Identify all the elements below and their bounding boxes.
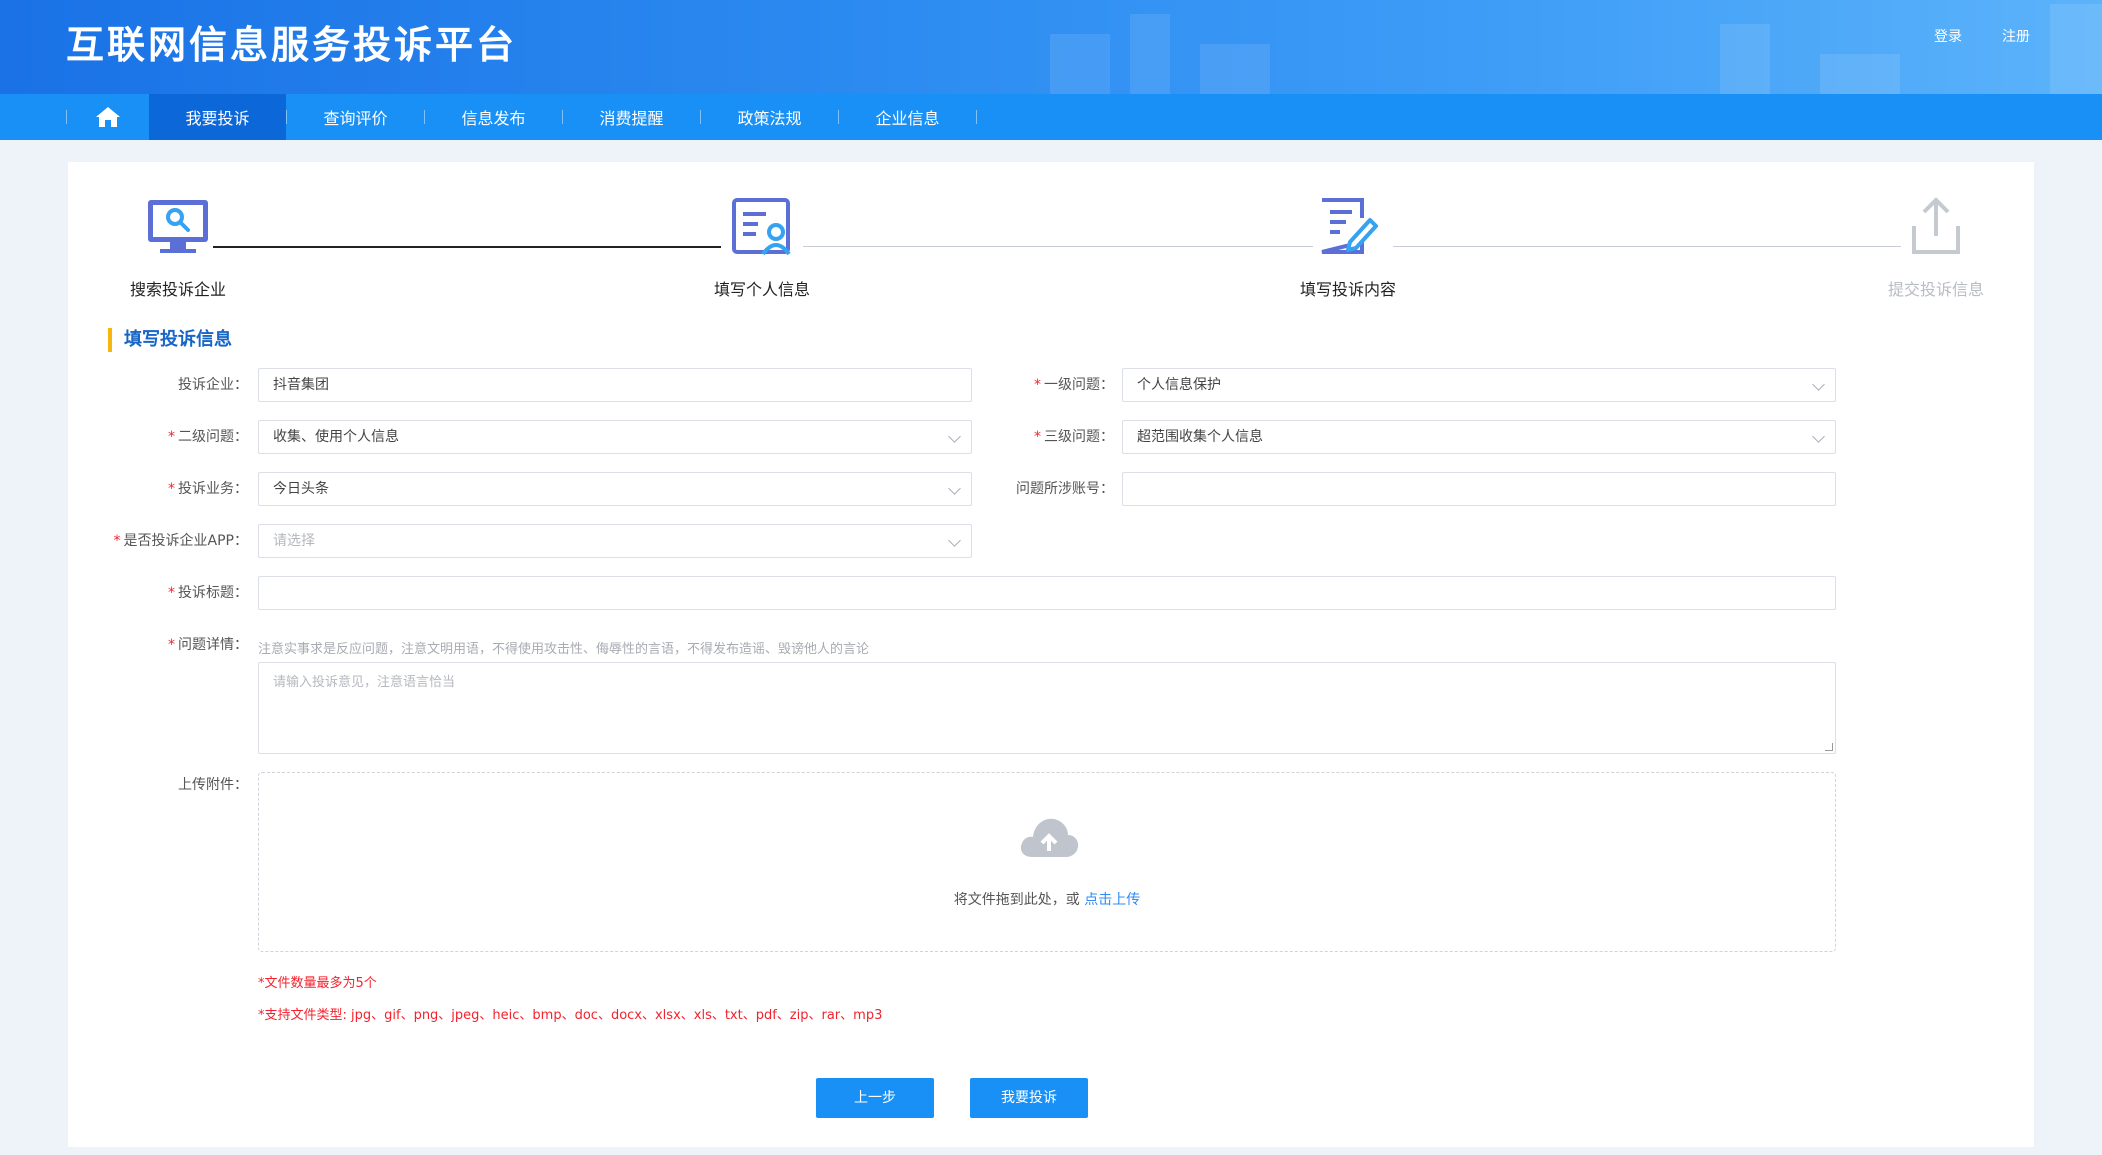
site-header: 互联网信息服务投诉平台 登录 注册	[0, 0, 2102, 94]
account-input[interactable]	[1122, 472, 1836, 506]
step-connector	[213, 246, 721, 248]
skyline-decoration	[1820, 54, 1900, 94]
nav-home[interactable]	[67, 94, 149, 140]
skyline-decoration	[1050, 34, 1110, 94]
step-connector	[1393, 246, 1901, 247]
step-label: 提交投诉信息	[1887, 280, 1984, 299]
attachment-label: 上传附件：	[178, 777, 248, 793]
section-title: 填写投诉信息	[108, 328, 232, 352]
level3-label: * 三级问题：	[1034, 429, 1114, 445]
step-complaint-content: 填写投诉内容	[1258, 190, 1438, 300]
is-app-select[interactable]: 请选择	[258, 524, 972, 558]
level3-select[interactable]: 超范围收集个人信息	[1122, 420, 1836, 454]
id-card-icon	[732, 198, 791, 256]
home-icon	[96, 107, 120, 127]
auth-links: 登录 注册	[1934, 26, 2030, 46]
chevron-down-icon	[1812, 378, 1825, 391]
level1-label: * 一级问题：	[1034, 377, 1114, 393]
file-count-note: *文件数量最多为5个	[258, 976, 377, 991]
step-connector	[803, 246, 1313, 247]
search-monitor-icon	[148, 200, 208, 253]
level2-label: * 二级问题：	[168, 429, 248, 445]
cloud-upload-icon	[1020, 818, 1079, 857]
complaint-form-card: 搜索投诉企业 填写个人信息 填写投诉内容 提交投诉信息 填写投诉信息 投诉企业：…	[68, 162, 2034, 1147]
step-personal-info: 填写个人信息	[672, 190, 852, 300]
business-select[interactable]: 今日头条	[258, 472, 972, 506]
skyline-decoration	[1200, 44, 1270, 94]
chevron-down-icon	[948, 534, 961, 547]
skyline-decoration	[1720, 24, 1770, 94]
file-dropzone[interactable]: 将文件拖到此处，或 点击上传	[258, 772, 1836, 952]
step-submit: 提交投诉信息	[1846, 190, 2026, 300]
account-label: 问题所涉账号：	[1016, 481, 1114, 497]
site-title: 互联网信息服务投诉平台	[66, 23, 518, 67]
nav-policy[interactable]: 政策法规	[701, 94, 838, 140]
skyline-decoration	[2050, 4, 2102, 94]
title-input[interactable]	[258, 576, 1836, 610]
main-nav: 我要投诉 查询评价 信息发布 消费提醒 政策法规 企业信息	[0, 94, 2102, 140]
progress-steps: 搜索投诉企业 填写个人信息 填写投诉内容 提交投诉信息	[68, 190, 2034, 300]
nav-publish[interactable]: 信息发布	[425, 94, 562, 140]
step-label: 填写投诉内容	[1299, 280, 1396, 299]
step-search-company: 搜索投诉企业	[88, 190, 268, 300]
step-label: 填写个人信息	[713, 280, 810, 299]
nav-separator	[976, 110, 977, 124]
business-label: * 投诉业务：	[168, 481, 248, 497]
detail-hint: 注意实事求是反应问题，注意文明用语，不得使用攻击性、侮辱性的言语，不得发布造谣、…	[258, 642, 870, 657]
is-app-label: * 是否投诉企业APP：	[113, 533, 248, 549]
click-upload-link[interactable]: 点击上传	[1084, 892, 1140, 908]
upload-icon	[1912, 197, 1960, 254]
submit-complaint-button[interactable]: 我要投诉	[970, 1078, 1088, 1118]
file-types-note: *支持文件类型: jpg、gif、png、jpeg、heic、bmp、doc、d…	[258, 1008, 883, 1023]
nav-alert[interactable]: 消费提醒	[563, 94, 700, 140]
detail-textarea[interactable]: 请输入投诉意见，注意语言恰当	[258, 662, 1836, 754]
edit-document-icon	[1321, 198, 1378, 254]
title-label: * 投诉标题：	[168, 585, 248, 601]
resize-handle[interactable]	[1825, 743, 1833, 751]
prev-step-button[interactable]: 上一步	[816, 1078, 934, 1118]
company-label: 投诉企业：	[178, 377, 248, 393]
nav-complaint[interactable]: 我要投诉	[149, 94, 286, 140]
nav-query[interactable]: 查询评价	[287, 94, 424, 140]
skyline-decoration	[1130, 14, 1170, 94]
nav-company[interactable]: 企业信息	[839, 94, 976, 140]
company-field[interactable]: 抖音集团	[258, 368, 972, 402]
detail-label: * 问题详情：	[168, 637, 248, 653]
login-link[interactable]: 登录	[1934, 26, 1962, 46]
dropzone-text: 将文件拖到此处，或 点击上传	[953, 892, 1141, 908]
register-link[interactable]: 注册	[2002, 26, 2030, 46]
chevron-down-icon	[1812, 430, 1825, 443]
level2-select[interactable]: 收集、使用个人信息	[258, 420, 972, 454]
level1-select[interactable]: 个人信息保护	[1122, 368, 1836, 402]
step-label: 搜索投诉企业	[129, 280, 226, 299]
